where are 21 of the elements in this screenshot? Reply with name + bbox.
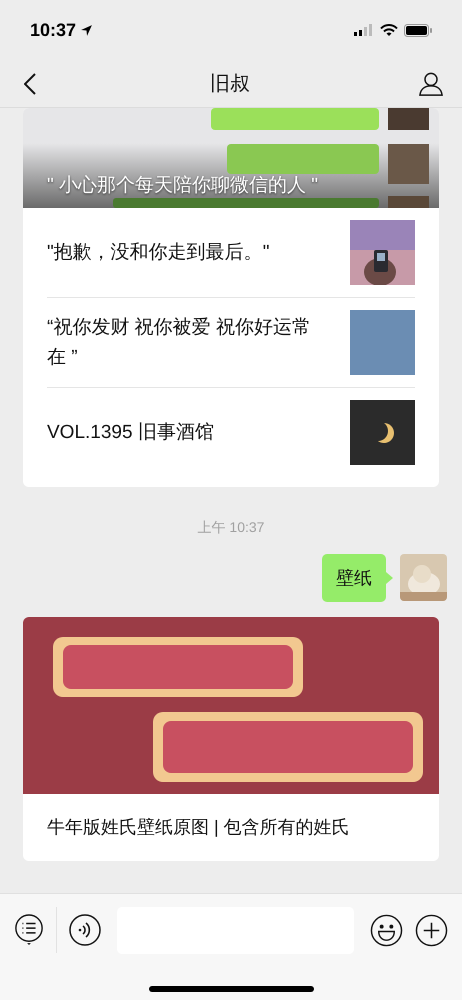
article-title[interactable]: "抱歉，没和你走到最后。" (47, 238, 334, 268)
article-card[interactable]: 牛年版姓氏壁纸原图 | 包含所有的姓氏 (23, 617, 439, 861)
voice-icon[interactable] (69, 914, 101, 946)
chat-title: 旧叔 (210, 72, 250, 96)
message-bubble[interactable]: 壁纸 (322, 554, 386, 602)
wifi-icon (380, 24, 398, 36)
profile-button[interactable] (418, 70, 444, 96)
article-card[interactable]: " 小心那个每天陪你聊微信的人 " "抱歉，没和你走到最后。" “祝你发财 祝你被爱 祝你好运常在 ” VOL.1395 旧事酒馆 (23, 108, 439, 487)
signal-icon (354, 24, 374, 36)
location-icon (80, 24, 94, 36)
timestamp: 上午 10:37 (198, 518, 264, 537)
article-title[interactable]: 牛年版姓氏壁纸原图 | 包含所有的姓氏 (23, 794, 439, 861)
article-cover-title: " 小心那个每天陪你聊微信的人 " (47, 174, 318, 198)
plus-icon[interactable] (415, 914, 448, 946)
emoji-icon[interactable] (370, 914, 403, 946)
battery-icon (404, 24, 432, 36)
bubble-tail (386, 572, 393, 584)
article-title[interactable]: VOL.1395 旧事酒馆 (47, 418, 334, 448)
status-time: 10:37 (30, 18, 76, 42)
menu-icon[interactable] (14, 914, 44, 946)
article-title[interactable]: “祝你发财 祝你被爱 祝你好运常在 ” (47, 312, 334, 372)
